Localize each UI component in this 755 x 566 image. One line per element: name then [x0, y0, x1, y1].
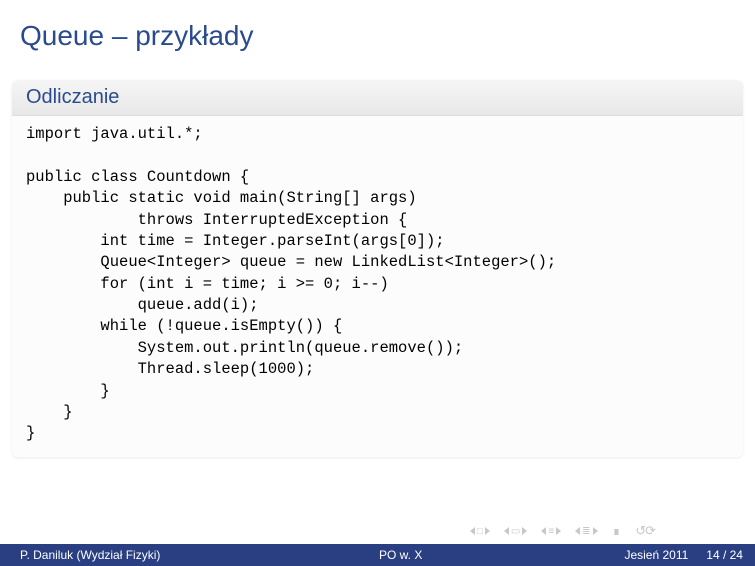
- nav-prev-frame-icon: [504, 527, 509, 535]
- slide: Queue – przykłady Odliczanie import java…: [0, 0, 755, 566]
- block-title: Odliczanie: [12, 80, 743, 116]
- nav-reload-icon[interactable]: ↺⟳: [635, 523, 655, 539]
- nav-slide-icon: □: [476, 526, 484, 537]
- footer: P. Daniluk (Wydział Fizyki) PO w. X Jesi…: [0, 544, 755, 566]
- nav-prev-slide-icon: [470, 527, 475, 535]
- nav-doc-icon[interactable]: ∎: [612, 524, 622, 538]
- slide-title: Queue – przykłady: [0, 0, 755, 52]
- nav-next-frame-icon: [522, 527, 527, 535]
- nav-next-subsection-icon: [556, 527, 561, 535]
- block-body: import java.util.*; public class Countdo…: [12, 116, 743, 457]
- nav-subsection-group[interactable]: ≡: [541, 526, 561, 537]
- nav-frame-group[interactable]: ▭: [504, 526, 527, 537]
- footer-title: PO w. X: [297, 548, 505, 562]
- nav-prev-section-icon: [575, 527, 580, 535]
- footer-author: P. Daniluk (Wydział Fizyki): [0, 548, 297, 562]
- nav-section-group[interactable]: ≣: [575, 526, 597, 537]
- code-block: Odliczanie import java.util.*; public cl…: [12, 80, 743, 457]
- nav-next-slide-icon: [485, 527, 490, 535]
- footer-right: Jesień 2011 14 / 24: [505, 548, 755, 562]
- footer-page: 14 / 24: [706, 548, 743, 562]
- nav-prev-subsection-icon: [541, 527, 546, 535]
- nav-frame-icon: ▭: [510, 526, 521, 537]
- nav-subsection-icon: ≡: [547, 526, 555, 537]
- nav-section-icon: ≣: [581, 526, 591, 537]
- nav-next-section-icon: [593, 527, 598, 535]
- footer-date: Jesień 2011: [624, 548, 688, 562]
- beamer-nav-icons: □ ▭ ≡ ≣ ∎ ↺⟳: [470, 523, 655, 539]
- code-listing: import java.util.*; public class Countdo…: [26, 124, 729, 445]
- nav-slide-group[interactable]: □: [470, 526, 490, 537]
